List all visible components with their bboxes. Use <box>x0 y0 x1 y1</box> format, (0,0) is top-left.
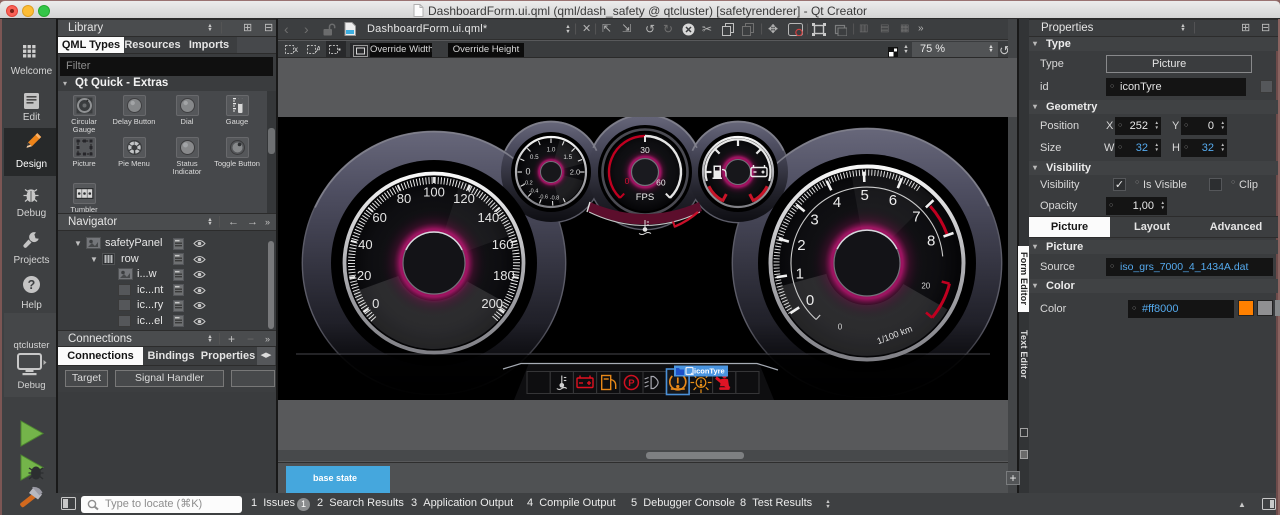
svg-text:80: 80 <box>397 191 411 206</box>
svg-text:20: 20 <box>357 268 371 283</box>
svg-text:x: x <box>294 45 298 54</box>
svg-text:120: 120 <box>453 191 475 206</box>
svg-text:▪: ▪ <box>338 45 341 54</box>
svg-text:60: 60 <box>656 177 666 187</box>
svg-text:4: 4 <box>833 194 841 211</box>
svg-text:60: 60 <box>372 210 386 225</box>
svg-text:1: 1 <box>796 266 804 283</box>
svg-text:100: 100 <box>423 185 445 200</box>
svg-text:-0.2: -0.2 <box>523 180 532 186</box>
svg-text:180: 180 <box>493 268 515 283</box>
svg-text:2.0: 2.0 <box>570 168 580 177</box>
svg-text:FPS: FPS <box>636 192 654 203</box>
svg-text:-0.6: -0.6 <box>539 194 548 200</box>
svg-text:-0.8: -0.8 <box>550 195 559 201</box>
svg-text:0: 0 <box>525 167 530 177</box>
svg-text:200: 200 <box>481 296 503 311</box>
svg-text:20: 20 <box>921 282 930 291</box>
svg-text:2: 2 <box>797 237 805 254</box>
svg-text:?: ? <box>28 278 36 292</box>
svg-text:40: 40 <box>358 237 372 252</box>
svg-text:5: 5 <box>861 187 869 204</box>
svg-text:30: 30 <box>640 145 650 155</box>
svg-text:1.0: 1.0 <box>547 147 556 154</box>
svg-text:3: 3 <box>810 212 818 229</box>
svg-text:6: 6 <box>889 192 897 209</box>
svg-text:iconTyre: iconTyre <box>694 367 725 376</box>
svg-text:0: 0 <box>838 323 843 332</box>
svg-text:0: 0 <box>372 296 379 311</box>
svg-text:160: 160 <box>492 237 514 252</box>
svg-text:P: P <box>628 378 635 389</box>
svg-text:140: 140 <box>478 210 500 225</box>
svg-text:7: 7 <box>912 208 920 225</box>
svg-text:8: 8 <box>927 233 935 250</box>
svg-text:A: A <box>316 45 320 54</box>
svg-text:0: 0 <box>625 176 630 186</box>
svg-text:0: 0 <box>806 292 814 309</box>
